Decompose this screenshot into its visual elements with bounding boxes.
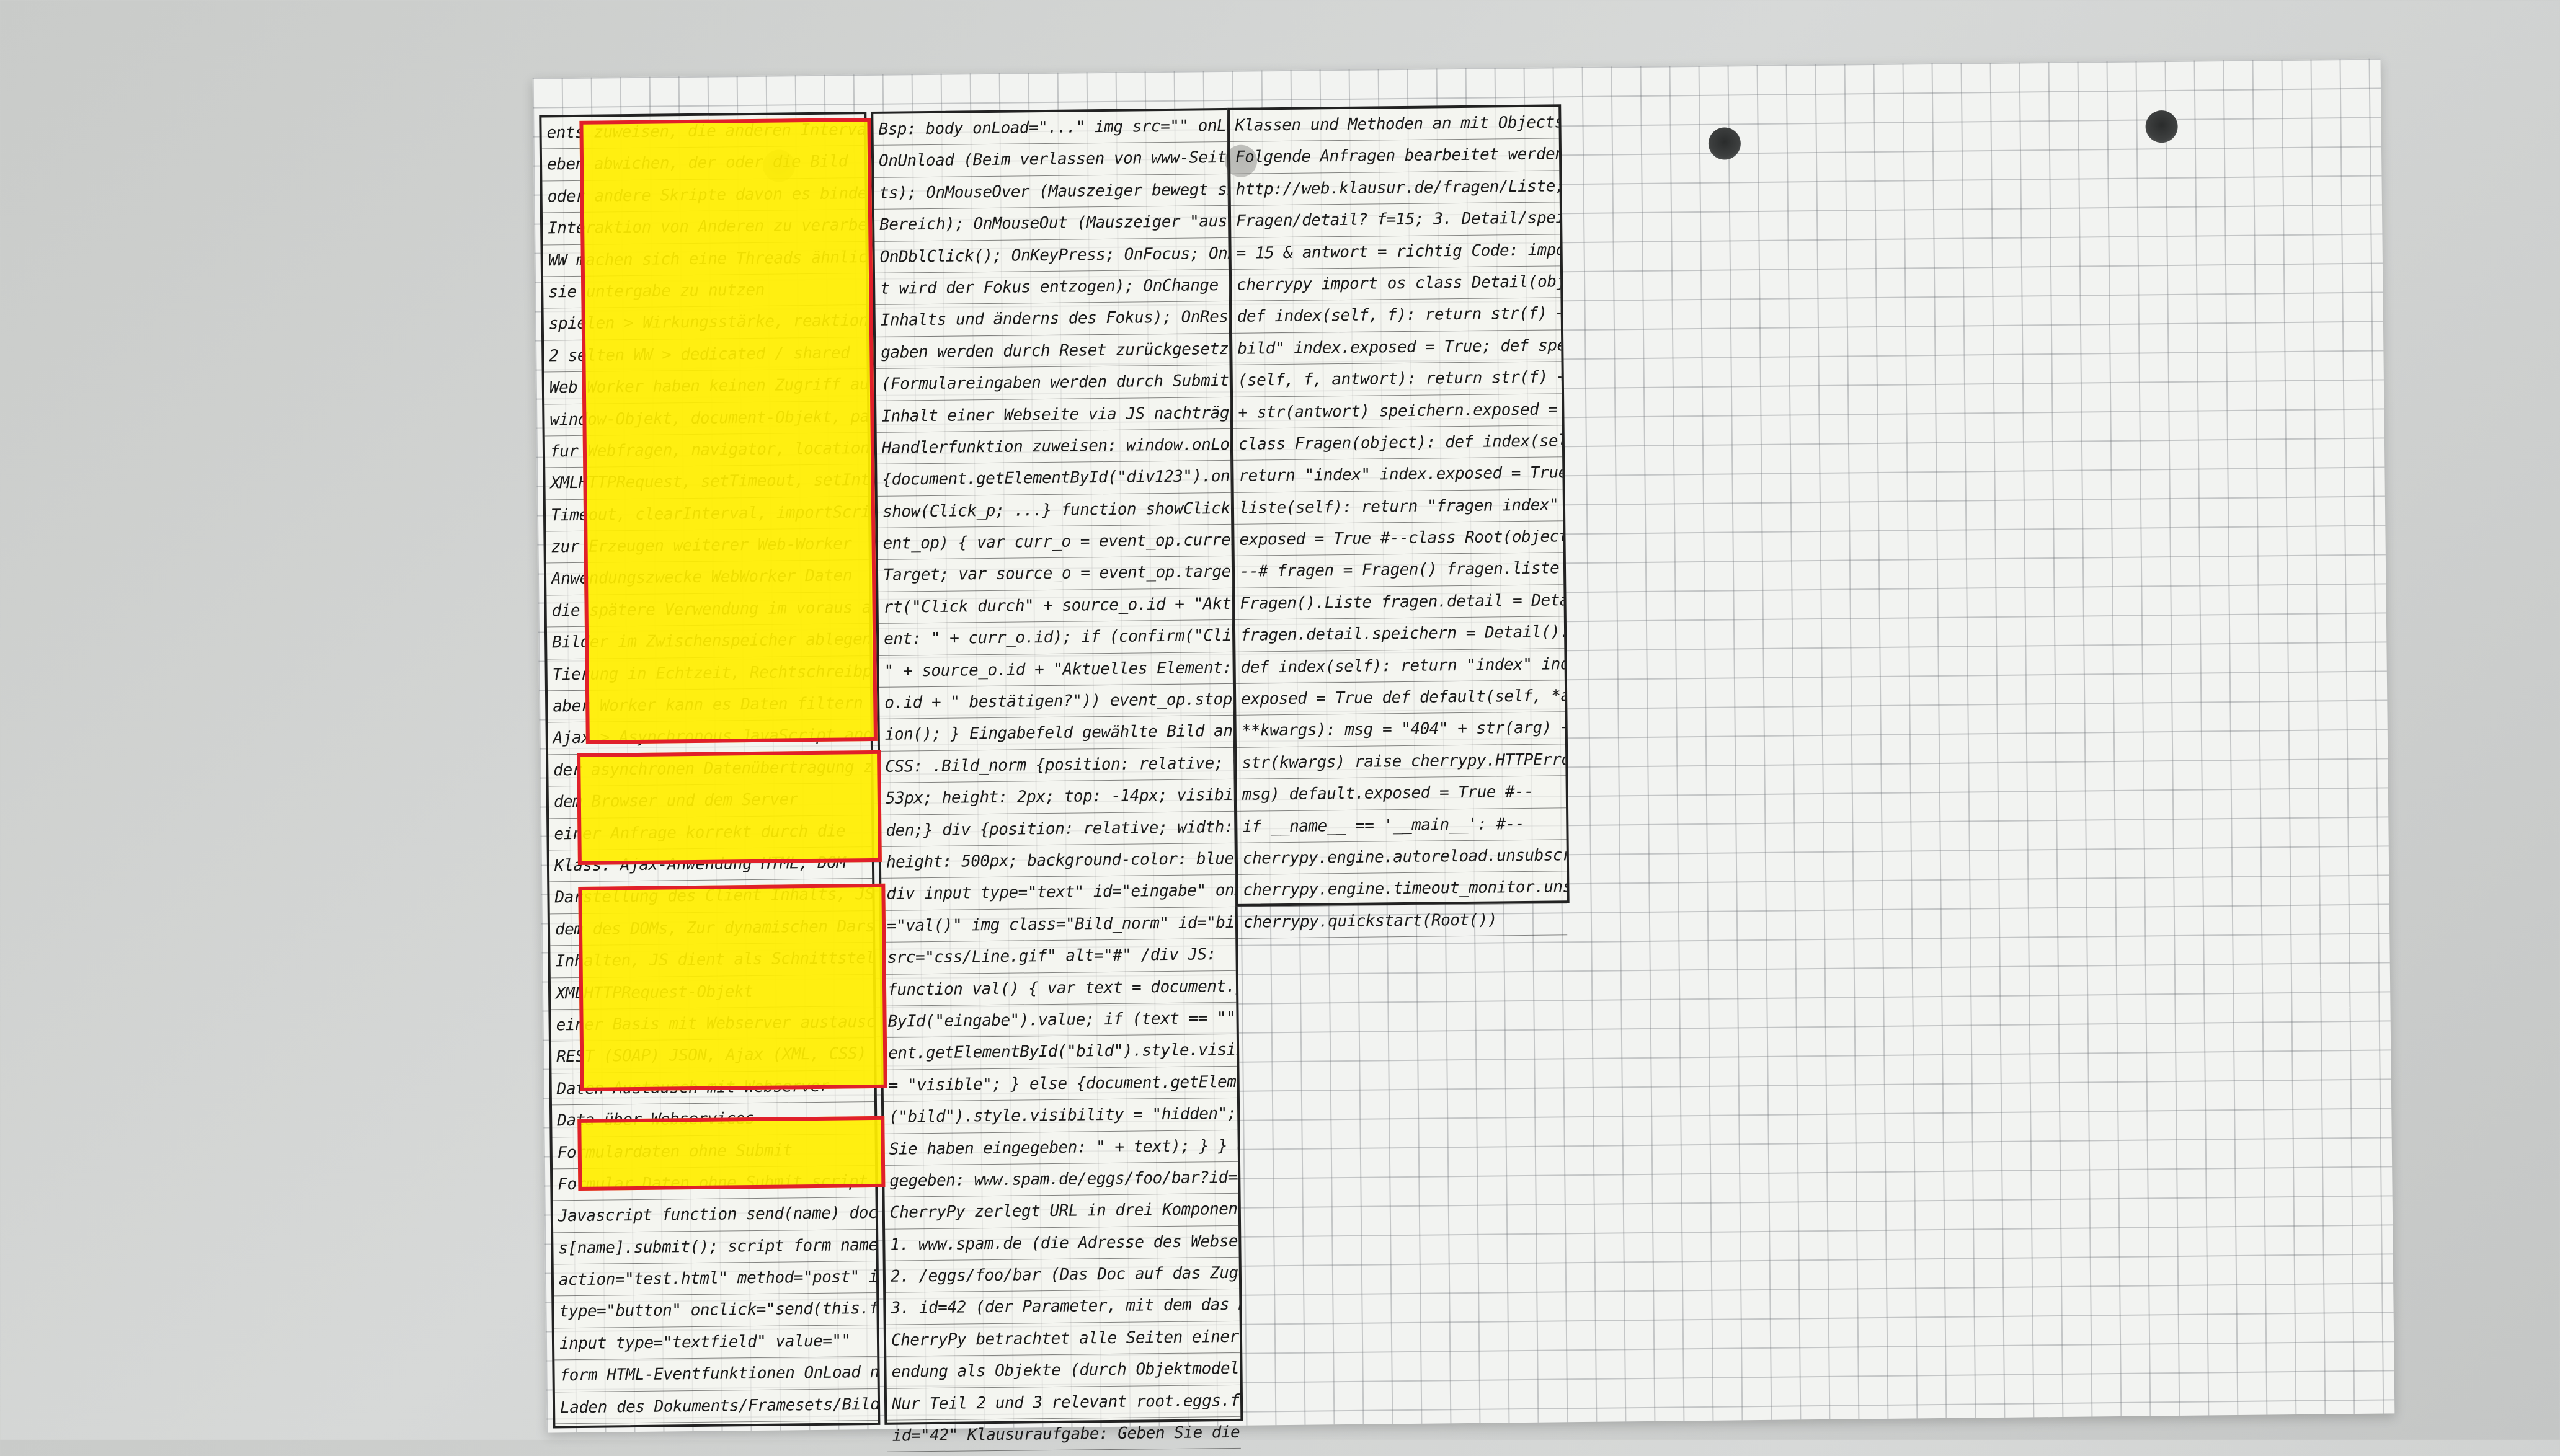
note-line: " + source_o.id + "Aktuelles Element: " … (879, 652, 1233, 688)
note-line: action="test.html" method="post" input (553, 1261, 877, 1297)
note-line: ion(); } Eingabefeld gewählte Bild anzei… (879, 716, 1234, 752)
note-line: def index(self): return "index" index.e (1235, 648, 1565, 684)
note-line: fragen.detail.speichern = Detail().speic… (1235, 616, 1565, 652)
note-line: ("bild").style.visibility = "hidden"; al… (883, 1098, 1238, 1134)
highlight-block-4 (577, 1116, 886, 1191)
note-line: Handlerfunktion zuweisen: window.onLoad … (876, 428, 1231, 465)
note-line: {document.getElementById("div123").oncli… (877, 461, 1231, 497)
note-line: src="css/Line.gif" alt="#" /div JS: (882, 939, 1236, 975)
note-line: height: 500px; background-color: blue;} … (881, 843, 1235, 879)
note-line: ="val()" img class="Bild_norm" id="bild" (881, 907, 1236, 943)
note-line: Inhalts und änderns des Fokus); OnReset … (875, 301, 1230, 337)
handwritten-notes: ents zuweisen, die anderen Intervall abe… (533, 104, 1570, 1453)
notes-column-3: Klassen und Methoden an mit Objects Folge… (1227, 104, 1570, 939)
note-line: class Fragen(object): def index(self): (1233, 425, 1563, 461)
note-line: CSS: .Bild_norm {position: relative; wid… (880, 747, 1234, 784)
note-line: ById("eingabe").value; if (text == "") {… (882, 1002, 1237, 1039)
highlight-block-1 (579, 117, 878, 744)
highlight-block-3 (578, 883, 887, 1091)
note-line: OnDblClick(); OnKeyPress; OnFocus; OnBlu… (874, 237, 1229, 273)
note-line: ent_op) { var curr_o = event_op.current (878, 524, 1232, 561)
highlight-block-2 (577, 750, 882, 865)
punch-hole (2145, 110, 2178, 143)
note-line: Klassen und Methoden an mit Objects (1230, 107, 1559, 143)
note-line: Bsp: body onLoad="..." img src="" onLoad… (873, 110, 1227, 146)
note-line: str(kwargs) raise cherrypy.HTTPError(404… (1237, 744, 1566, 780)
note-line: = "visible"; } else {document.getElement… (883, 1066, 1237, 1102)
note-line: 1. www.spam.de (die Adresse des Webserve… (885, 1225, 1239, 1261)
note-line: Javascript function send(name) document.… (553, 1197, 876, 1233)
note-line: msg) default.exposed = True #-- (1237, 776, 1567, 812)
note-line: Fragen().Liste fragen.detail = Detail() (1235, 585, 1564, 621)
note-line: s[name].submit(); script form name (553, 1229, 876, 1265)
note-line: 53px; height: 2px; top: -14px; visibilit… (880, 779, 1235, 815)
note-line: rt("Click durch" + source_o.id + "Aktuel… (878, 588, 1232, 624)
note-line: ent: " + curr_o.id); if (confirm("Click … (878, 620, 1233, 656)
note-line: http://web.klausur.de/fragen/Liste; 2. (1230, 171, 1560, 206)
note-line: function val() { var text = document.get… (882, 970, 1237, 1006)
note-line: cherrypy.engine.timeout_monitor.unsubscr… (1238, 871, 1567, 907)
note-line: + str(antwort) speichern.exposed = True (1233, 393, 1562, 429)
note-line: input type="textfield" value="" (554, 1325, 878, 1361)
note-line: den;} div {position: relative; width: 20… (881, 811, 1235, 847)
grid-paper-sheet: ents zuweisen, die anderen Intervall abe… (532, 58, 2395, 1453)
note-line: def index(self, f): return str(f) +" (1232, 298, 1561, 334)
note-line: endung als Objekte (durch Objektmodell) (886, 1353, 1240, 1389)
note-line: exposed = True def default(self, *arg, (1235, 680, 1565, 716)
note-line: (self, f, antwort): return str(f) + "bil… (1232, 362, 1562, 397)
note-line: id="42" Klausuraufgabe: Geben Sie die Pf… (887, 1416, 1241, 1453)
note-line: Target; var source_o = event_op.target; … (878, 556, 1232, 592)
note-line: cherrypy.engine.autoreload.unsubscribe() (1237, 840, 1567, 876)
note-line: div input type="text" id="eingabe" onBlu… (881, 875, 1235, 911)
note-line: gaben werden durch Reset zurückgesetzt);… (876, 333, 1230, 370)
note-line: 2. /eggs/foo/bar (Das Doc auf das Zugegr… (885, 1257, 1240, 1294)
note-line: cherrypy import os class Detail(object): (1231, 266, 1561, 302)
note-line: OnUnload (Beim verlassen von www-Seiten/… (873, 142, 1228, 178)
note-line: exposed = True #--class Root(object): (1234, 521, 1563, 557)
notes-column-2: Bsp: body onLoad="..." img src="" onLoad… (871, 107, 1243, 1453)
note-line: Laden des Dokuments/Framesets/Bildes (554, 1388, 878, 1424)
note-line: form HTML-Eventfunktionen OnLoad nach (554, 1357, 878, 1393)
note-line: = 15 & antwort = richtig Code: import (1231, 234, 1560, 270)
note-line: gegeben: www.spam.de/eggs/foo/bar?id=42 (884, 1161, 1238, 1198)
note-line: type="button" onclick="send(this.form.na… (554, 1293, 877, 1329)
note-line: --# fragen = Fragen() fragen.liste = (1234, 553, 1564, 588)
note-line: o.id + " bestätigen?")) event_op.stopPro… (879, 683, 1233, 720)
punch-hole (1708, 127, 1741, 160)
note-line: 3. id=42 (der Parameter, mit dem das Doc… (886, 1289, 1240, 1325)
note-line: return "index" index.exposed = True def (1233, 457, 1563, 493)
note-line: Inhalt einer Webseite via JS nachträglic… (876, 397, 1230, 433)
note-line: ts); OnMouseOver (Mauszeiger bewegt sich… (874, 174, 1228, 210)
note-line: CherryPy zerlegt URL in drei Komponenten (884, 1194, 1239, 1230)
note-line: Sie haben eingegeben: " + text); } } URL… (884, 1130, 1238, 1166)
note-line: Bereich); OnMouseOut (Mauszeiger "aus");… (874, 206, 1229, 242)
note-line: CherryPy betrachtet alle Seiten einer An… (886, 1321, 1240, 1357)
note-line: ent.getElementById("bild").style.visibil… (882, 1034, 1237, 1070)
note-line: if __name__ == '__main__': #-- (1237, 807, 1567, 843)
note-line: Folgende Anfragen bearbeitet werden könn… (1230, 138, 1560, 174)
note-line: Nur Teil 2 und 3 relevant root.eggs.foo.… (886, 1385, 1241, 1421)
note-line: (Formulareingaben werden durch Submit ab… (876, 365, 1230, 401)
note-line: **kwargs): msg = "404" + str(arg) + (1236, 712, 1565, 748)
note-line: liste(self): return "fragen index" liste (1233, 489, 1563, 525)
note-line: cherrypy.quickstart(Root()) (1238, 903, 1568, 939)
note-line: show(Click_p; ...} function showClick_p(… (877, 492, 1232, 528)
note-line: Fragen/detail? f=15; 3. Detail/speichern… (1230, 202, 1560, 238)
note-line: bild" index.exposed = True; def speicher… (1232, 330, 1562, 365)
note-line: t wird der Fokus entzogen); OnChange (Än… (874, 269, 1229, 306)
